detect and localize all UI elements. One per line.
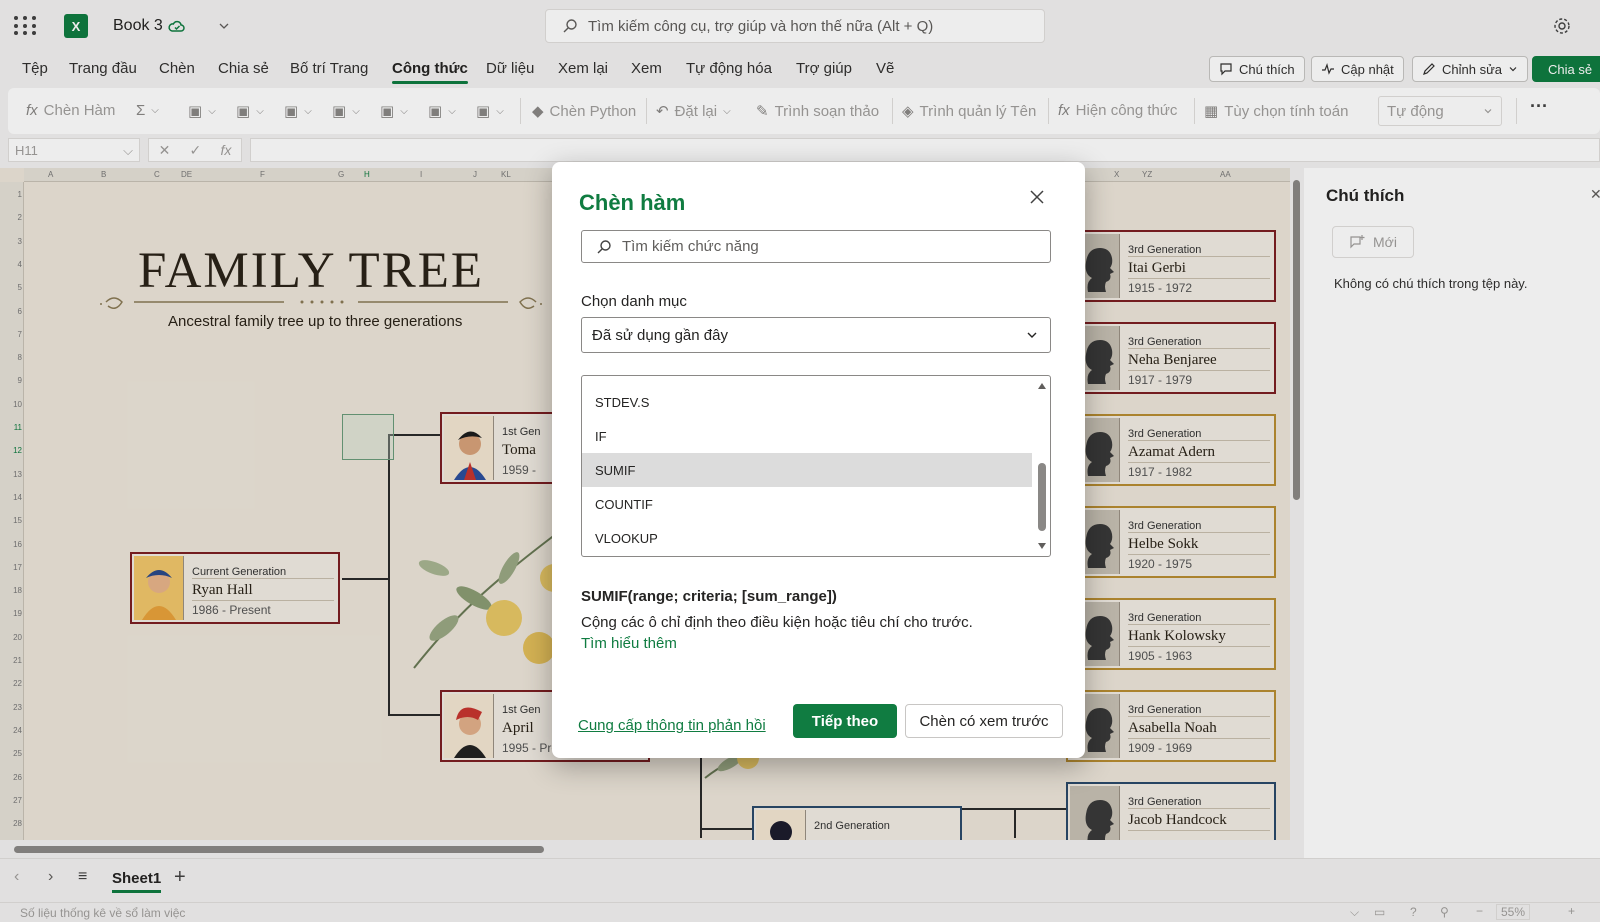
function-list-scrollbar[interactable] (1034, 376, 1050, 556)
function-item-if[interactable]: IF (582, 419, 1032, 453)
scroll-down-arrow-icon[interactable] (1037, 542, 1047, 550)
search-icon (597, 239, 611, 253)
close-icon[interactable] (1028, 188, 1046, 206)
function-item-countif[interactable]: COUNTIF (582, 487, 1032, 521)
function-description: Cộng các ô chỉ định theo điều kiện hoặc … (581, 614, 973, 631)
next-button[interactable]: Tiếp theo (793, 704, 897, 738)
scroll-up-arrow-icon[interactable] (1037, 382, 1047, 390)
function-item-sumif[interactable]: SUMIF (582, 453, 1032, 487)
insert-with-preview-button[interactable]: Chèn có xem trước (905, 704, 1063, 738)
function-syntax: SUMIF(range; criteria; [sum_range]) (581, 588, 837, 605)
feedback-link[interactable]: Cung cấp thông tin phản hồi (578, 717, 766, 734)
function-search-placeholder: Tìm kiếm chức năng (622, 238, 759, 255)
function-item-vlookup[interactable]: VLOOKUP (582, 521, 1032, 555)
category-select[interactable]: Đã sử dụng gần đây (581, 317, 1051, 353)
function-list[interactable]: STDEV.S IF SUMIF COUNTIF VLOOKUP (581, 375, 1051, 557)
learn-more-link[interactable]: Tìm hiểu thêm (581, 635, 677, 652)
function-item-stdev-s[interactable]: STDEV.S (582, 385, 1032, 419)
function-list-scroll-thumb[interactable] (1038, 463, 1046, 531)
function-search-input[interactable]: Tìm kiếm chức năng (581, 230, 1051, 263)
category-value: Đã sử dụng gần đây (592, 326, 728, 344)
category-label: Chọn danh mục (581, 293, 687, 310)
dialog-title: Chèn hàm (579, 190, 686, 215)
insert-function-dialog: Chèn hàm Tìm kiếm chức năng Chọn danh mụ… (552, 162, 1085, 758)
chevron-down-icon (1027, 332, 1037, 338)
